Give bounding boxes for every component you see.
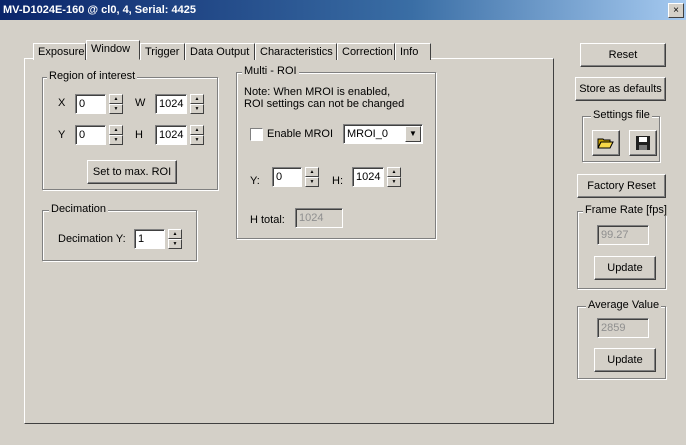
mroi-y-spinner[interactable]: ▲ ▼ (305, 167, 319, 187)
roi-y-label: Y (58, 129, 66, 141)
mroi-legend: Multi - ROI (242, 65, 299, 77)
average-value-field: 2859 (597, 318, 649, 338)
spin-up-icon[interactable]: ▲ (168, 229, 182, 239)
spin-up-icon[interactable]: ▲ (190, 94, 204, 104)
roi-legend: Region of interest (47, 70, 138, 82)
mroi-note-line1: Note: When MROI is enabled, (244, 86, 391, 98)
roi-x-input[interactable]: 0 (75, 94, 106, 114)
mroi-note-line2: ROI settings can not be changed (244, 98, 405, 110)
store-defaults-button[interactable]: Store as defaults (575, 77, 666, 101)
roi-x-spinner[interactable]: ▲ ▼ (109, 94, 123, 114)
enable-mroi-label: Enable MROI (267, 128, 334, 140)
factory-reset-button[interactable]: Factory Reset (577, 174, 666, 198)
tab-window[interactable]: Window (86, 40, 140, 60)
roi-y-input[interactable]: 0 (75, 125, 106, 145)
spin-down-icon[interactable]: ▼ (109, 104, 123, 114)
roi-w-input[interactable]: 1024 (155, 94, 187, 114)
mroi-htotal-label: H total: (250, 214, 285, 226)
decimation-y-spinner[interactable]: ▲ ▼ (168, 229, 182, 249)
set-max-roi-button[interactable]: Set to max. ROI (87, 160, 177, 184)
average-update-button[interactable]: Update (594, 348, 656, 372)
spin-down-icon[interactable]: ▼ (109, 135, 123, 145)
spin-up-icon[interactable]: ▲ (305, 167, 319, 177)
decimation-y-label: Decimation Y: (58, 233, 126, 245)
spin-up-icon[interactable]: ▲ (109, 94, 123, 104)
mroi-htotal-field: 1024 (295, 208, 343, 228)
tab-info[interactable]: Info (395, 43, 431, 60)
enable-mroi-checkbox[interactable] (250, 128, 263, 141)
tab-characteristics[interactable]: Characteristics (255, 43, 337, 60)
mroi-select-value: MROI_0 (347, 128, 388, 140)
frame-rate-legend: Frame Rate [fps] (583, 204, 669, 216)
roi-h-label: H (135, 129, 143, 141)
roi-w-spinner[interactable]: ▲ ▼ (190, 94, 204, 114)
tab-data-output[interactable]: Data Output (185, 43, 255, 60)
roi-y-spinner[interactable]: ▲ ▼ (109, 125, 123, 145)
mroi-h-input[interactable]: 1024 (352, 167, 384, 187)
roi-w-label: W (135, 97, 146, 109)
window-title: MV-D1024E-160 @ cl0, 4, Serial: 4425 (3, 4, 196, 16)
spin-down-icon[interactable]: ▼ (387, 177, 401, 187)
average-value-legend: Average Value (586, 299, 662, 311)
mroi-h-spinner[interactable]: ▲ ▼ (387, 167, 401, 187)
reset-button[interactable]: Reset (580, 43, 666, 67)
save-settings-button[interactable] (629, 130, 657, 156)
chevron-down-icon[interactable]: ▼ (405, 126, 421, 142)
tab-trigger[interactable]: Trigger (140, 43, 185, 60)
spin-up-icon[interactable]: ▲ (109, 125, 123, 135)
folder-open-icon (597, 138, 614, 149)
tab-correction[interactable]: Correction (337, 43, 395, 60)
spin-down-icon[interactable]: ▼ (305, 177, 319, 187)
mroi-h-label: H: (332, 175, 343, 187)
settings-file-legend: Settings file (591, 109, 652, 121)
decimation-legend: Decimation (49, 203, 109, 215)
title-bar: MV-D1024E-160 @ cl0, 4, Serial: 4425 (0, 0, 686, 20)
floppy-save-icon (636, 136, 650, 150)
open-settings-button[interactable] (592, 130, 620, 156)
close-icon[interactable]: × (668, 3, 684, 18)
spin-up-icon[interactable]: ▲ (190, 125, 204, 135)
frame-rate-field: 99.27 (597, 225, 649, 245)
decimation-y-input[interactable]: 1 (134, 229, 165, 249)
tab-exposure[interactable]: Exposure (33, 43, 86, 60)
spin-down-icon[interactable]: ▼ (190, 104, 204, 114)
roi-h-input[interactable]: 1024 (155, 125, 187, 145)
mroi-y-label: Y: (250, 175, 260, 187)
spin-down-icon[interactable]: ▼ (168, 239, 182, 249)
roi-x-label: X (58, 97, 66, 109)
spin-down-icon[interactable]: ▼ (190, 135, 204, 145)
spin-up-icon[interactable]: ▲ (387, 167, 401, 177)
roi-h-spinner[interactable]: ▲ ▼ (190, 125, 204, 145)
frame-rate-update-button[interactable]: Update (594, 256, 656, 280)
mroi-y-input[interactable]: 0 (272, 167, 302, 187)
